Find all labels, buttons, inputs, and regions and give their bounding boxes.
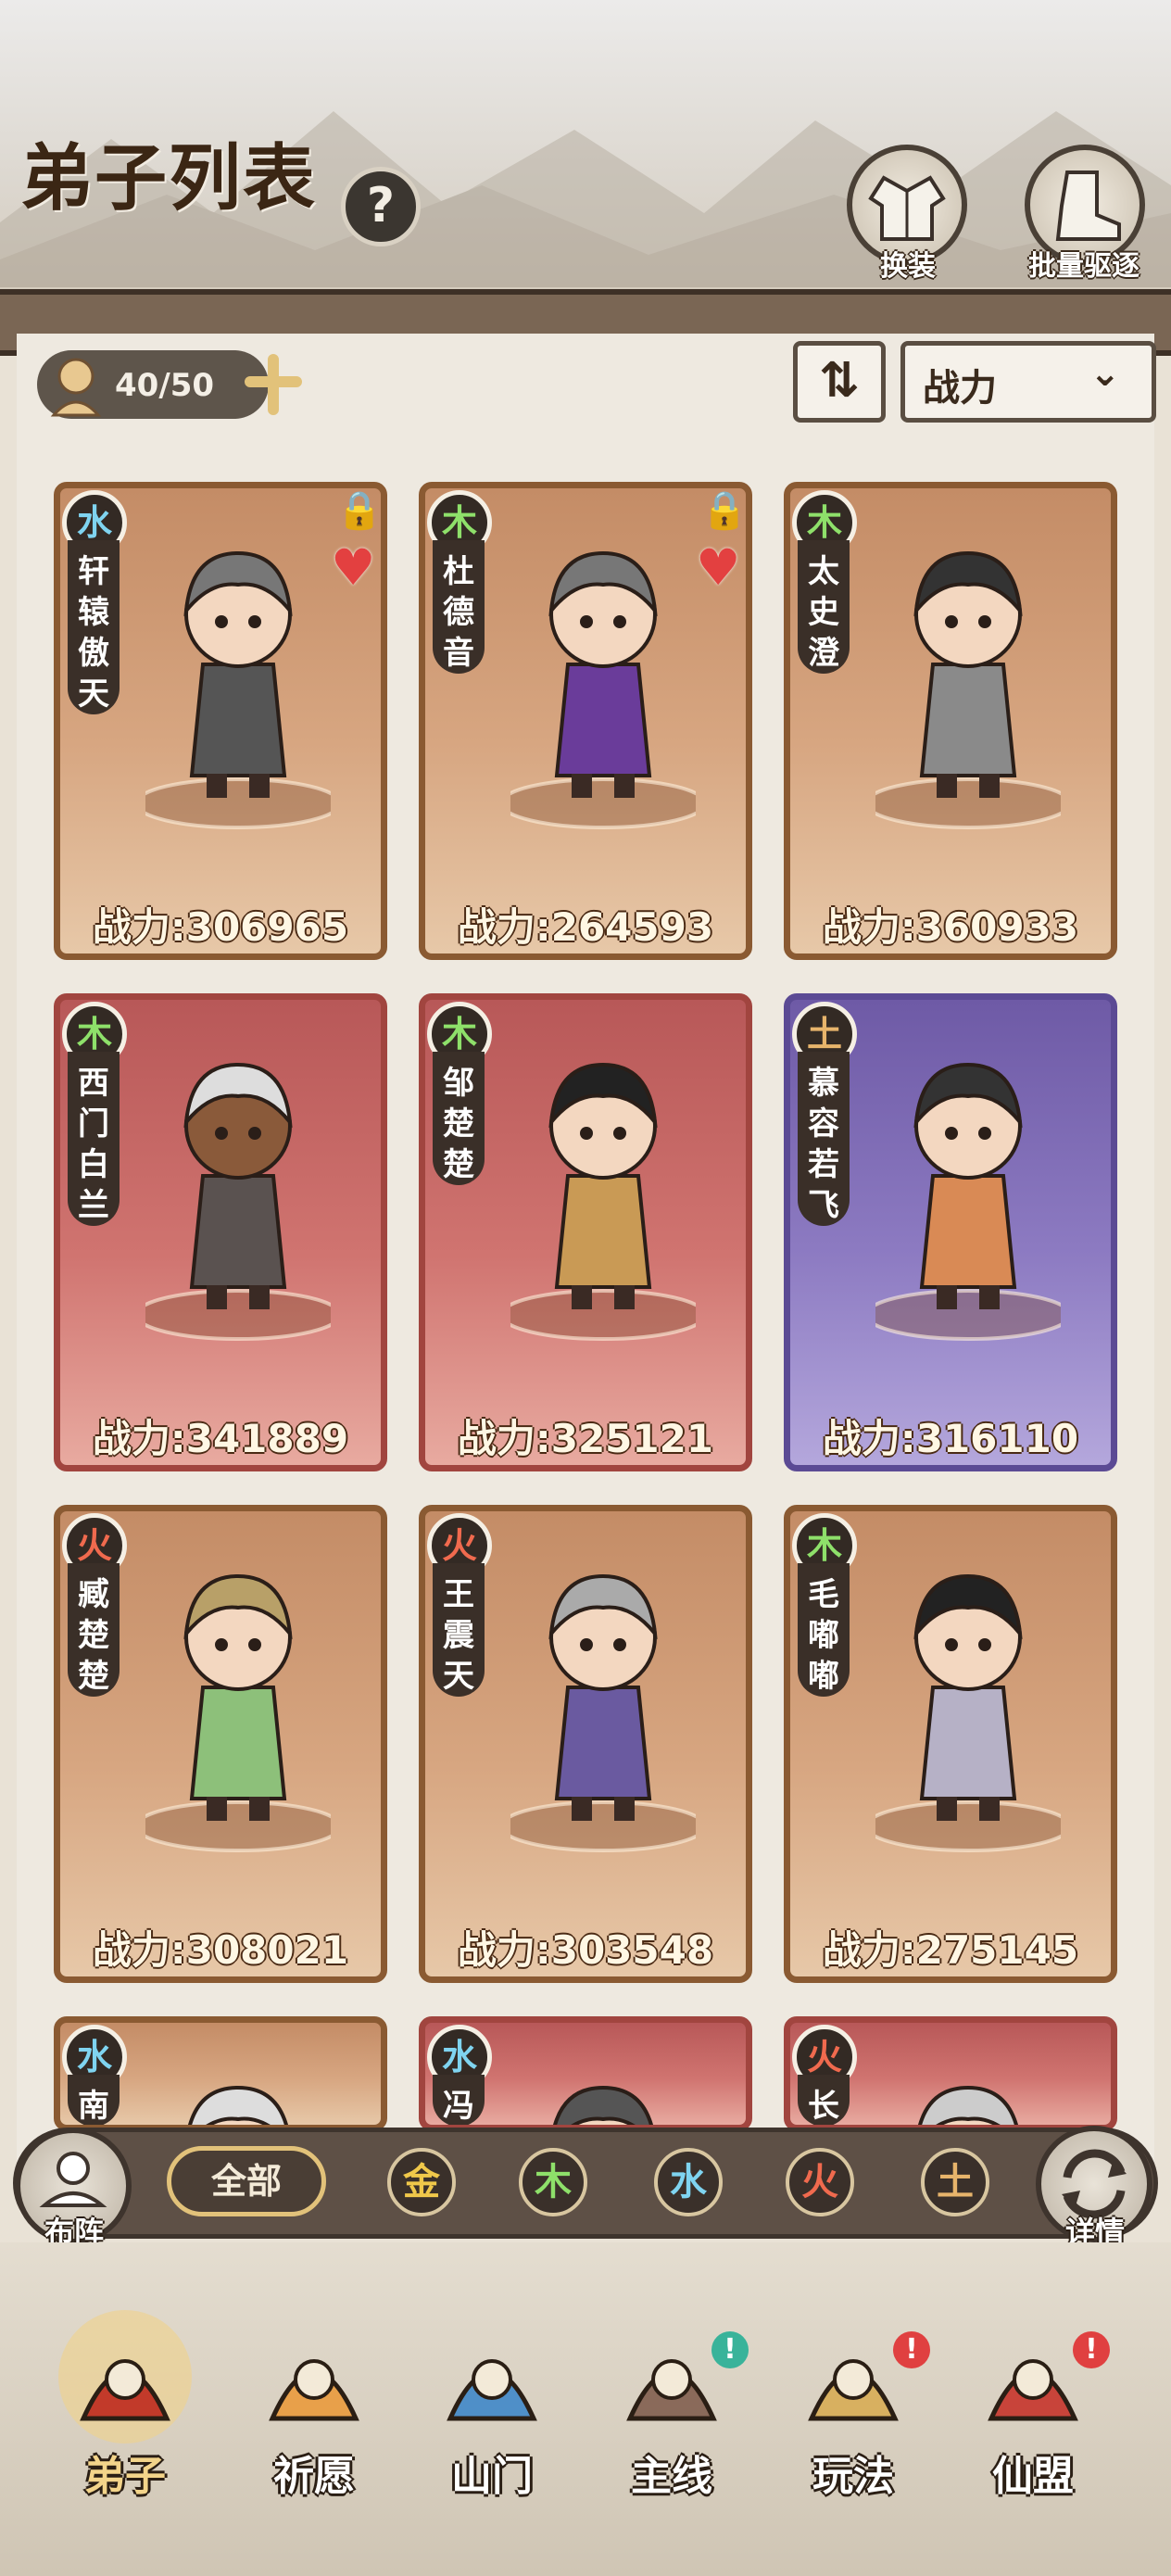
disciple-card[interactable]: 水轩辕傲天 🔒 ♥ 战力:306965 [54, 482, 387, 960]
disciple-card[interactable]: 木邹楚楚战力:325121 [419, 993, 752, 1471]
disciple-name: 慕容若飞 [798, 1052, 850, 1226]
disciple-portrait [553, 2085, 653, 2125]
combat-power: 战力:275145 [822, 1927, 1079, 1973]
disciple-portrait [510, 1062, 696, 1341]
disciple-portrait [875, 1062, 1061, 1341]
question-mark-icon: ? [366, 178, 396, 234]
batch-expel-label: 批量驱逐 [1028, 250, 1140, 283]
outfit-label: 换装 [880, 250, 936, 283]
sort-order-button[interactable]: ⇅ [793, 341, 886, 423]
nav-label: 主线 [631, 2453, 712, 2500]
gate-icon[interactable] [422, 2307, 561, 2446]
favorite-heart-icon[interactable]: ♥ [331, 538, 375, 597]
disciple-portrait [145, 550, 331, 829]
disciple-name: 邹楚楚 [433, 1052, 485, 1185]
disciple-portrait [875, 550, 1061, 829]
disciple-name: 长 [798, 2075, 850, 2125]
disciple-card[interactable]: 土慕容若飞战力:316110 [784, 993, 1117, 1471]
filter-element-button[interactable]: 金 [387, 2148, 456, 2216]
disciple-name: 西门白兰 [68, 1052, 120, 1226]
nav-label: 仙盟 [992, 2453, 1074, 2500]
disciple-name: 太史澄 [798, 540, 850, 674]
disciple-card[interactable]: 火长 [784, 2016, 1117, 2131]
disciple-name: 王震天 [433, 1563, 485, 1697]
favorite-heart-icon[interactable]: ♥ [696, 538, 740, 597]
expand-capacity-icon[interactable] [243, 354, 304, 415]
filter-element-button[interactable]: 水 [654, 2148, 723, 2216]
disciple-card[interactable]: 水南 [54, 2016, 387, 2131]
notification-badge: ! [893, 2331, 930, 2368]
lock-icon[interactable]: 🔒 [336, 488, 381, 532]
disciple-portrait [875, 1573, 1061, 1852]
capacity-count: 40/50 [115, 367, 215, 404]
disciple-name: 轩辕傲天 [68, 540, 120, 714]
nav-label: 玩法 [812, 2453, 894, 2500]
filter-element-button[interactable]: 木 [519, 2148, 587, 2216]
nav-label: 山门 [451, 2453, 533, 2500]
scroll-map-icon[interactable] [784, 2307, 923, 2446]
disciple-card[interactable]: 木西门白兰战力:341889 [54, 993, 387, 1471]
disciple-portrait [510, 550, 696, 829]
combat-power: 战力:308021 [92, 1927, 349, 1973]
disciple-name: 南 [68, 2075, 120, 2125]
combat-power: 战力:303548 [457, 1927, 714, 1973]
combat-power: 战力:325121 [457, 1416, 714, 1461]
disciple-name: 杜德音 [433, 540, 485, 674]
disciple-head-icon [50, 358, 102, 417]
combat-power: 战力:306965 [92, 904, 349, 950]
disciple-portrait [918, 2085, 1018, 2125]
page-title: 弟子列表 [20, 136, 318, 221]
lock-icon[interactable]: 🔒 [701, 488, 746, 532]
disciple-card[interactable]: 木毛嘟嘟战力:275145 [784, 1505, 1117, 1983]
disciple-card[interactable]: 木太史澄战力:360933 [784, 482, 1117, 960]
disciple-card[interactable]: 木杜德音 🔒 ♥ 战力:264593 [419, 482, 752, 960]
notification-badge: ! [711, 2331, 749, 2368]
disciple-portrait [145, 1062, 331, 1341]
disciple-name: 毛嘟嘟 [798, 1563, 850, 1697]
disciple-card[interactable]: 火臧楚楚战力:308021 [54, 1505, 387, 1983]
disciple-portrait-icon[interactable] [56, 2307, 195, 2446]
nav-label: 祈愿 [273, 2453, 355, 2500]
disciple-portrait [510, 1573, 696, 1852]
disciple-card[interactable]: 水冯 [419, 2016, 752, 2131]
disciple-name: 冯 [433, 2075, 485, 2125]
sort-by-value: 战力 [923, 367, 997, 410]
nav-label: 弟子 [84, 2453, 166, 2500]
sort-arrows-icon: ⇅ [819, 353, 860, 409]
combat-power: 战力:360933 [822, 904, 1079, 950]
combat-power: 战力:264593 [457, 904, 714, 950]
notification-badge: ! [1073, 2331, 1110, 2368]
filter-element-button[interactable]: 土 [921, 2148, 989, 2216]
combat-power: 战力:341889 [92, 1416, 349, 1461]
help-button[interactable]: ? [341, 167, 421, 246]
filter-element-button[interactable]: 火 [786, 2148, 854, 2216]
disciple-portrait [188, 2085, 288, 2125]
alliance-banner-icon[interactable] [963, 2307, 1102, 2446]
sword-stone-icon[interactable] [602, 2307, 741, 2446]
combat-power: 战力:316110 [822, 1416, 1079, 1461]
disciple-portrait [145, 1573, 331, 1852]
chevron-down-icon: ⌄ [1089, 352, 1121, 395]
fire-scroll-icon[interactable] [245, 2307, 384, 2446]
disciple-card[interactable]: 火王震天战力:303548 [419, 1505, 752, 1983]
filter-all-button[interactable]: 全部 [167, 2146, 326, 2216]
disciple-name: 臧楚楚 [68, 1563, 120, 1697]
